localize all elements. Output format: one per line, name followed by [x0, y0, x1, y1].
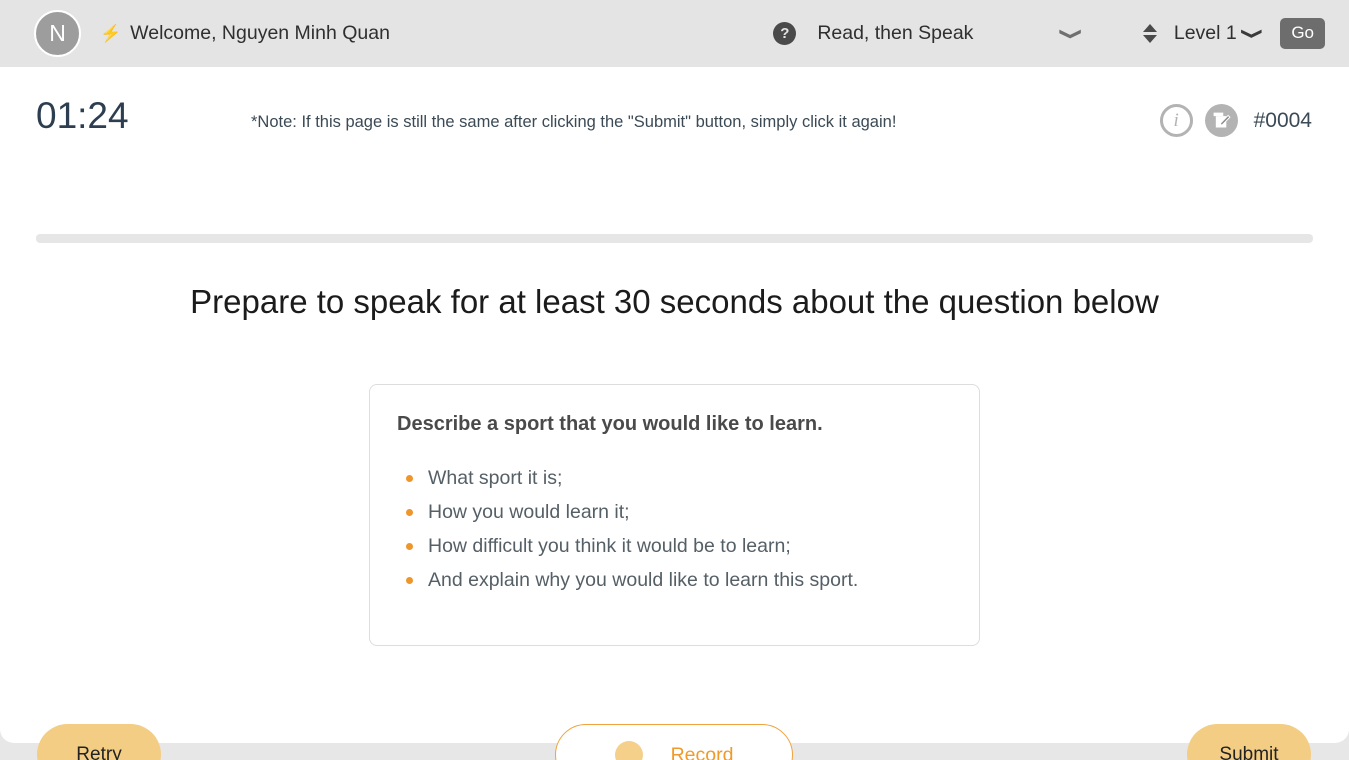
note-text: *Note: If this page is still the same af…: [251, 113, 897, 131]
question-id: #0004: [1253, 108, 1312, 132]
top-header-bar: N ⚡ Welcome, Nguyen Minh Quan ? Read, th…: [0, 0, 1349, 67]
level-dropdown[interactable]: Level 1: [1174, 22, 1237, 45]
chevron-down-icon[interactable]: ❯: [1059, 27, 1082, 40]
go-button[interactable]: Go: [1280, 17, 1325, 50]
avatar: N: [34, 10, 81, 57]
question-title: Describe a sport that you would like to …: [397, 413, 823, 435]
sort-updown-icon: [1142, 24, 1157, 43]
progress-bar: [36, 234, 1313, 243]
content-panel: 01:24 *Note: If this page is still the s…: [0, 67, 1349, 760]
retry-button[interactable]: Retry: [37, 724, 161, 760]
record-dot-icon: [614, 741, 643, 760]
question-card: Describe a sport that you would like to …: [369, 384, 980, 646]
submit-button[interactable]: Submit: [1187, 724, 1311, 760]
status-icons: i #0004: [1159, 104, 1312, 137]
list-item: How difficult you think it would be to l…: [397, 529, 953, 563]
status-row: 01:24 *Note: If this page is still the s…: [0, 89, 1349, 149]
help-icon[interactable]: ?: [773, 22, 797, 45]
user-identity-block: N ⚡ Welcome, Nguyen Minh Quan: [0, 10, 390, 57]
app-page: N ⚡ Welcome, Nguyen Minh Quan ? Read, th…: [0, 0, 1349, 760]
page-title: Prepare to speak for at least 30 seconds…: [190, 283, 1159, 320]
welcome-label: Welcome, Nguyen Minh Quan: [130, 22, 390, 44]
chevron-down-icon-level[interactable]: ❯: [1241, 27, 1264, 40]
question-bullet-list: What sport it is; How you would learn it…: [397, 461, 953, 597]
info-icon[interactable]: i: [1159, 104, 1193, 137]
record-button[interactable]: Record: [555, 724, 793, 760]
bolt-icon: ⚡: [100, 24, 122, 43]
countdown-timer: 01:24: [36, 95, 129, 136]
list-item: What sport it is;: [397, 461, 953, 495]
header-controls: ? Read, then Speak ❯ Level 1 ❯ Go: [773, 0, 1349, 67]
list-item: How you would learn it;: [397, 495, 953, 529]
task-type-dropdown[interactable]: Read, then Speak: [817, 22, 973, 45]
record-button-label: Record: [670, 743, 734, 760]
list-item: And explain why you would like to learn …: [397, 563, 953, 597]
note-edit-icon[interactable]: [1204, 104, 1238, 137]
